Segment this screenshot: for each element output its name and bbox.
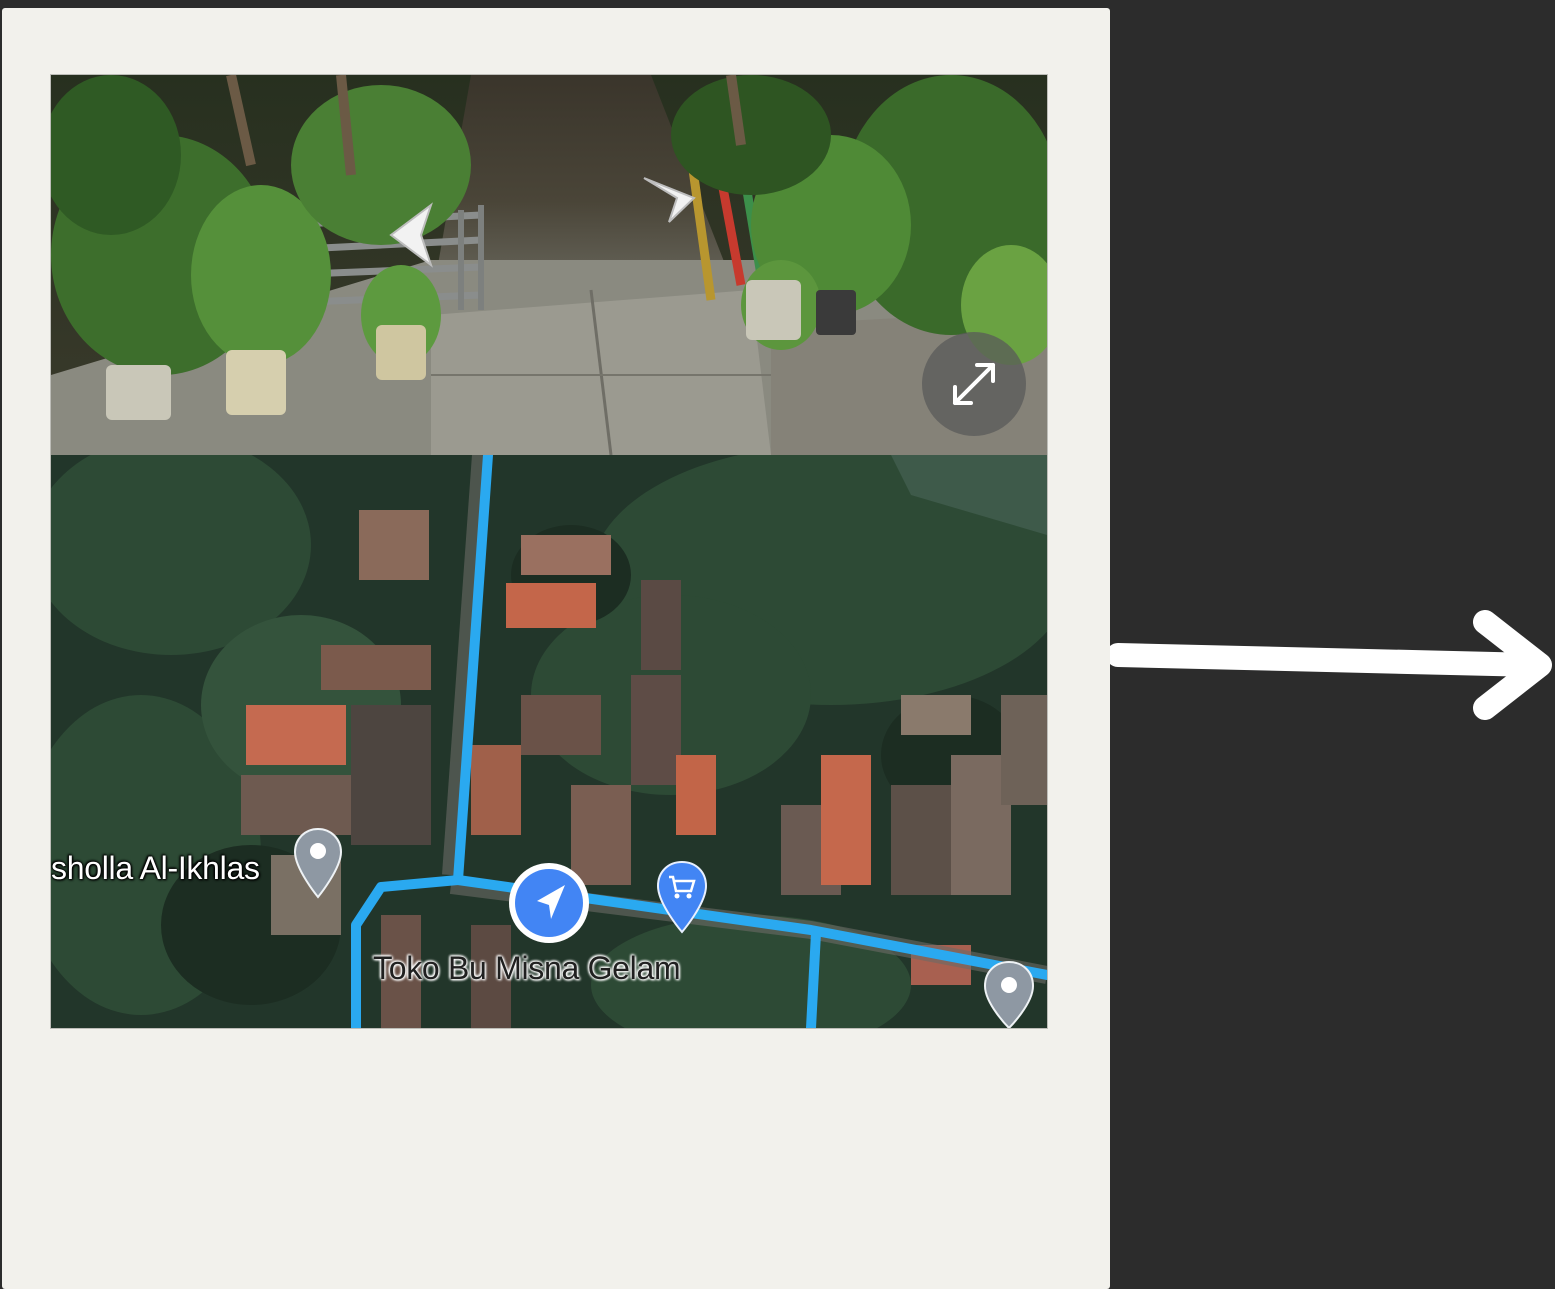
place-label[interactable]: sholla Al-Ikhlas <box>51 850 260 887</box>
chevron-right-icon[interactable] <box>639 170 699 230</box>
place-label[interactable]: Toko Bu Misna Gelam <box>373 950 681 987</box>
navigation-arrow-icon[interactable] <box>507 861 591 945</box>
map-pin-icon[interactable] <box>983 960 1035 1028</box>
chevron-left-icon[interactable] <box>381 200 441 270</box>
right-arrow-icon <box>1110 610 1552 720</box>
expand-arrows-icon <box>953 363 995 405</box>
map-pin-icon[interactable] <box>293 827 343 899</box>
fullscreen-button[interactable] <box>922 332 1026 436</box>
shopping-cart-pin-icon[interactable] <box>656 860 708 934</box>
content-card: sholla Al-Ikhlas Toko Bu Misna Gelam <box>2 8 1110 1289</box>
satellite-map[interactable]: sholla Al-Ikhlas Toko Bu Misna Gelam <box>51 455 1047 1028</box>
street-view-map-panel[interactable]: sholla Al-Ikhlas Toko Bu Misna Gelam <box>51 75 1047 1028</box>
street-view-image[interactable] <box>51 75 1047 455</box>
